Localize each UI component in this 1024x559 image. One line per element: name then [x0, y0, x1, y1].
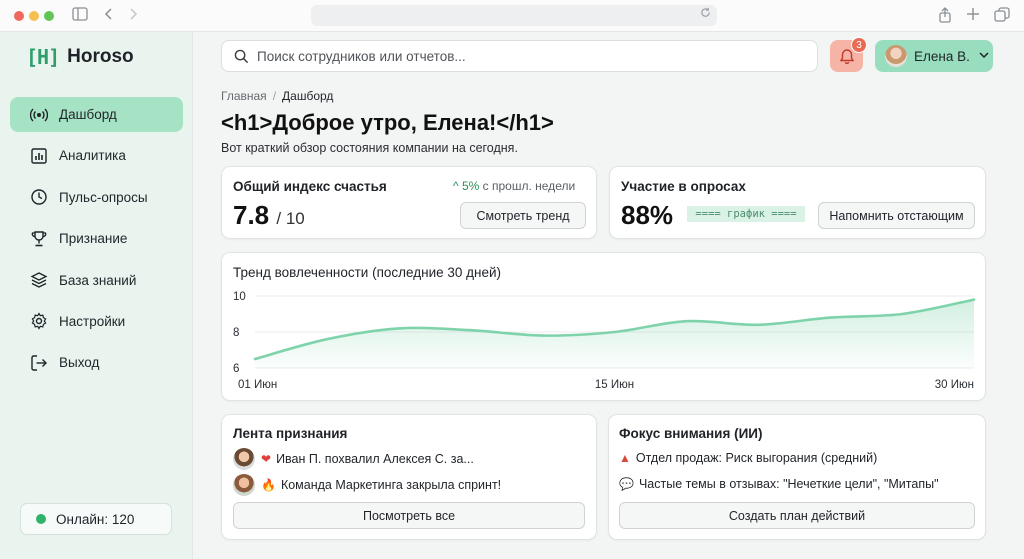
heart-icon: ❤: [261, 452, 272, 466]
happiness-denominator: / 10: [276, 209, 305, 228]
y-tick-label: 6: [233, 363, 239, 375]
survey-participation-card: Участие в опросах 88% Напомнить отстающи…: [609, 166, 986, 239]
clock-icon: [31, 189, 47, 205]
tabs-overview-icon[interactable]: [994, 7, 1010, 27]
happiness-value: 7.8 / 10: [233, 200, 305, 231]
online-status-dot: [36, 514, 46, 524]
x-tick-label: 01 Июн: [238, 379, 277, 391]
brand-logo[interactable]: [H] Horoso: [26, 45, 134, 69]
survey-participation-value: 88%: [621, 200, 674, 230]
sidebar-item-label: Аналитика: [59, 148, 126, 164]
back-icon[interactable]: [104, 7, 114, 25]
focus-item-text: Отдел продаж: Риск выгорания (средний): [635, 451, 878, 465]
page-title: <h1>Доброе утро, Елена!</h1>: [221, 110, 554, 135]
search-bar[interactable]: [221, 40, 818, 72]
breadcrumb-home-link[interactable]: Главная: [221, 89, 267, 103]
x-tick-label: 30 Июн: [935, 379, 974, 391]
minimize-window-button[interactable]: [29, 11, 39, 21]
sidebar-item-label: Признание: [59, 231, 128, 247]
feed-item-text: Иван П. похвалил Алексея С. за...: [276, 452, 474, 466]
create-action-plan-button[interactable]: Создать план действий: [619, 502, 975, 529]
trend-up-icon: ^: [453, 179, 459, 193]
broadcast-icon: [30, 108, 48, 121]
layers-icon: [30, 272, 48, 288]
list-item[interactable]: 🔥 Команда Маркетинга закрыла спринт!: [233, 474, 501, 496]
sidebar-item-pulse-surveys[interactable]: Пульс-опросы: [10, 180, 183, 215]
user-name: Елена В.: [914, 48, 970, 64]
notification-count-badge: 3: [851, 37, 867, 53]
list-item[interactable]: 💬 Частые темы в отзывах: "Нечеткие цели"…: [619, 477, 939, 491]
happiness-delta-value: 5%: [461, 179, 480, 193]
forward-icon[interactable]: [128, 7, 138, 25]
x-tick-label: 15 Июн: [595, 379, 634, 391]
focus-card-title: Фокус внимания (ИИ): [619, 426, 763, 441]
sidebar-item-knowledge-base[interactable]: База знаний: [10, 263, 183, 298]
list-item[interactable]: ▲ Отдел продаж: Риск выгорания (средний): [619, 451, 877, 465]
feed-card-title: Лента признания: [233, 426, 348, 441]
sidebar-item-label: База знаний: [59, 272, 137, 288]
online-status: Онлайн: 120: [20, 503, 172, 535]
logout-icon: [31, 355, 47, 371]
avatar: [233, 474, 255, 496]
sidebar-item-dashboard[interactable]: Дашборд: [10, 97, 183, 132]
feed-item-text: Команда Маркетинга закрыла спринт!: [280, 478, 502, 492]
share-icon[interactable]: [938, 7, 952, 27]
fire-icon: 🔥: [261, 478, 276, 492]
new-tab-icon[interactable]: [966, 7, 980, 25]
survey-mini-graph-placeholder: ==== график ====: [687, 206, 805, 222]
sidebar-item-logout[interactable]: Выход: [10, 345, 183, 380]
avatar: [233, 448, 255, 470]
reload-icon[interactable]: [700, 7, 711, 21]
sidebar-toggle-icon[interactable]: [72, 7, 88, 25]
online-count: Онлайн: 120: [56, 511, 135, 527]
app-window: [H] Horoso Дашборд Аналитика Пульс-опрос…: [0, 0, 1024, 559]
sidebar-item-label: Выход: [59, 355, 100, 371]
logo-mark: [H]: [26, 45, 60, 69]
sidebar-item-settings[interactable]: Настройки: [10, 304, 183, 339]
chevron-down-icon: [979, 50, 989, 62]
engagement-trend-chart: 10 8 6 01 Июн 15 Июн 30 Июн: [233, 291, 976, 391]
happiness-index-card: Общий индекс счастья ^ 5% с прошл. недел…: [221, 166, 597, 239]
maximize-window-button[interactable]: [44, 11, 54, 21]
avatar: [885, 45, 907, 67]
y-tick-label: 10: [233, 291, 246, 303]
browser-toolbar: [0, 0, 1024, 32]
breadcrumb: Главная / Дашборд: [221, 89, 333, 103]
ai-focus-card: Фокус внимания (ИИ) ▲ Отдел продаж: Риск…: [608, 414, 986, 540]
focus-item-text: Частые темы в отзывах: "Нечеткие цели", …: [638, 477, 939, 491]
sidebar-nav: Дашборд Аналитика Пульс-опросы Признание…: [10, 97, 183, 387]
brand-name: Horoso: [67, 46, 134, 67]
sidebar-item-label: Настройки: [59, 313, 126, 329]
sidebar-item-analytics[interactable]: Аналитика: [10, 138, 183, 173]
happiness-score: 7.8: [233, 200, 270, 230]
remind-laggards-button[interactable]: Напомнить отстающим: [818, 202, 975, 229]
page-subtitle: Вот краткий обзор состояния компании на …: [221, 141, 518, 155]
sidebar: [H] Horoso Дашборд Аналитика Пульс-опрос…: [0, 32, 193, 559]
address-bar[interactable]: [311, 5, 717, 26]
view-all-button[interactable]: Посмотреть все: [233, 502, 585, 529]
close-window-button[interactable]: [14, 11, 24, 21]
breadcrumb-separator: /: [272, 89, 277, 103]
breadcrumb-current: Дашборд: [282, 89, 334, 103]
gear-icon: [31, 312, 47, 331]
sidebar-item-label: Дашборд: [59, 107, 117, 122]
trophy-icon: [31, 230, 47, 246]
user-menu-button[interactable]: Елена В.: [875, 40, 993, 72]
happiness-delta: ^ 5% с прошл. недели: [453, 179, 575, 193]
bar-chart-icon: [31, 148, 47, 164]
list-item[interactable]: ❤ Иван П. похвалил Алексея С. за...: [233, 448, 474, 470]
recognition-feed-card: Лента признания ❤ Иван П. похвалил Алекс…: [221, 414, 597, 540]
happiness-delta-text: с прошл. недели: [482, 179, 576, 193]
search-icon: [234, 49, 249, 63]
warning-icon: ▲: [619, 451, 631, 465]
view-trend-button[interactable]: Смотреть тренд: [460, 202, 586, 229]
speech-bubble-icon: 💬: [619, 477, 634, 491]
survey-card-title: Участие в опросах: [621, 179, 746, 194]
sidebar-item-label: Пульс-опросы: [59, 189, 148, 205]
happiness-card-title: Общий индекс счастья: [233, 179, 387, 194]
search-input[interactable]: [257, 48, 797, 64]
sidebar-item-recognition[interactable]: Признание: [10, 221, 183, 256]
y-tick-label: 8: [233, 327, 239, 339]
